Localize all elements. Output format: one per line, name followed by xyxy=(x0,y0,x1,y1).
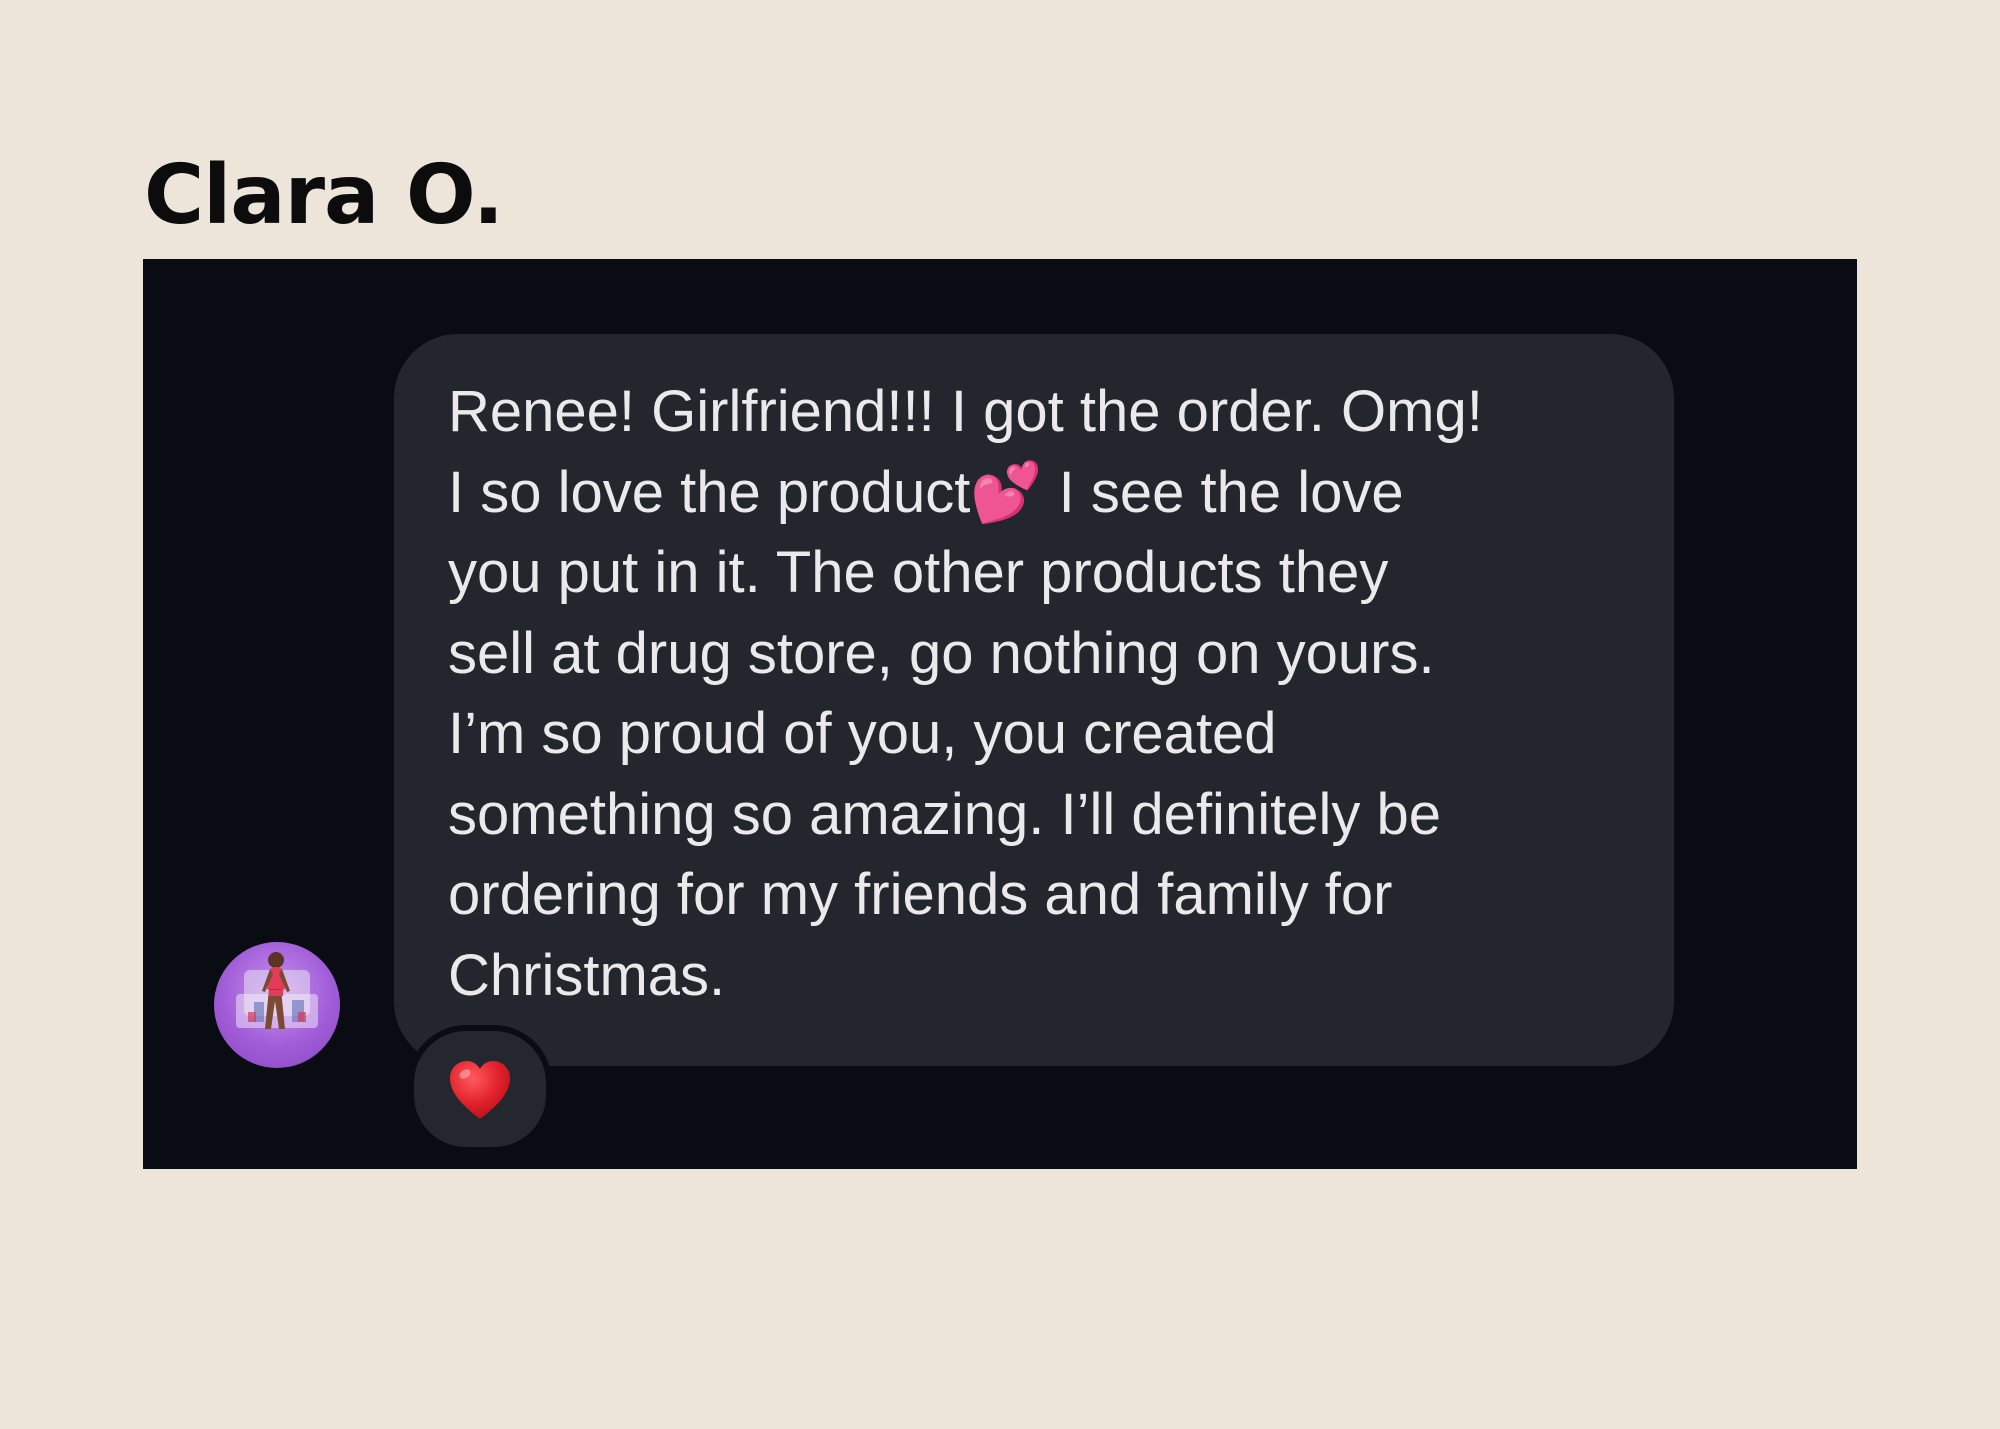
reviewer-name: Clara O. xyxy=(144,148,504,243)
avatar-photo-icon xyxy=(236,952,318,1029)
red-heart-icon xyxy=(450,1061,510,1119)
sender-avatar[interactable] xyxy=(214,942,340,1068)
message-text: Renee! Girlfriend!!! I got the order. Om… xyxy=(448,379,1483,1008)
chat-screenshot: Renee! Girlfriend!!! I got the order. Om… xyxy=(143,259,1857,1169)
message-bubble[interactable]: Renee! Girlfriend!!! I got the order. Om… xyxy=(394,334,1674,1066)
reaction-badge[interactable] xyxy=(408,1025,552,1153)
